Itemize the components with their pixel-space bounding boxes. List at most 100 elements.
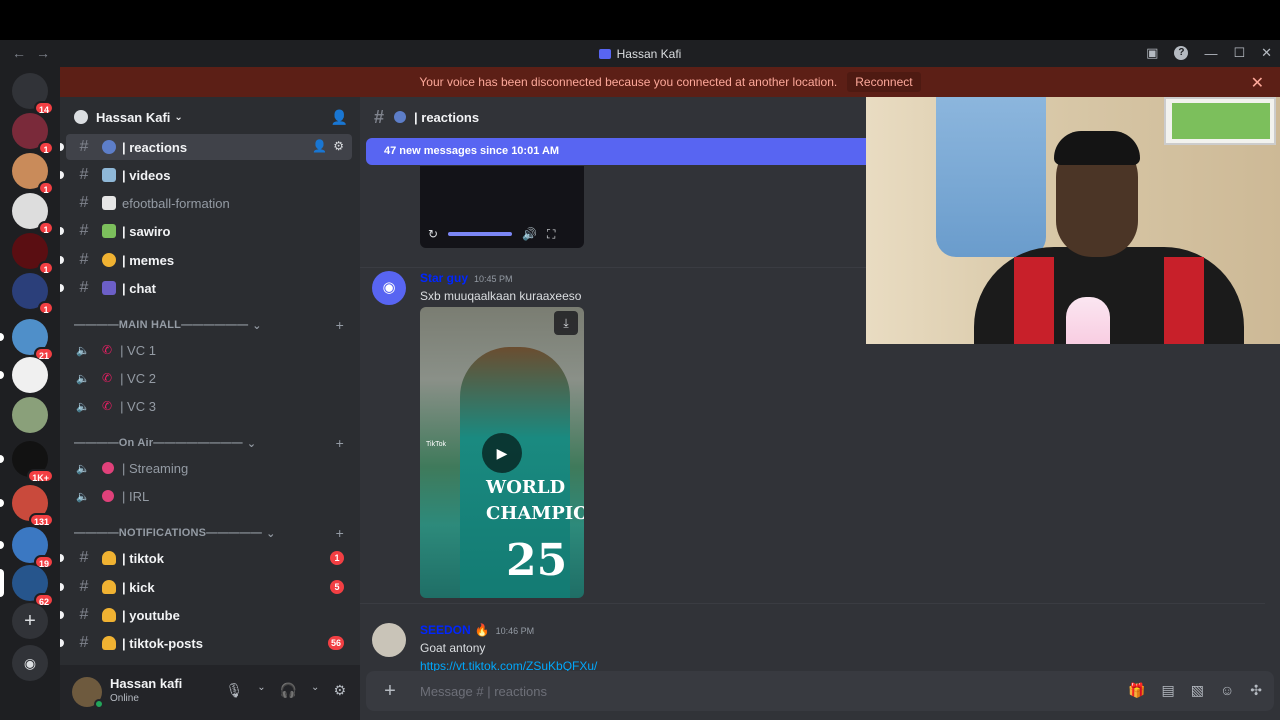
video-controls: ↻ 🔊 ⛶ [420,220,584,248]
server-header[interactable]: Hassan Kafi ⌄ 👤 [60,97,360,137]
server-icon[interactable]: 1 [12,273,54,315]
discover-button[interactable]: ◉ [12,645,48,681]
voice-channel-vc3[interactable]: 🔈 ✆ | VC 3 [66,393,352,419]
chevron-down-icon: ⌄ [174,111,183,123]
maximize-button[interactable]: ☐ [1233,45,1245,61]
bell-icon [102,551,116,565]
server-icon[interactable]: 1 [12,233,54,275]
volume-icon[interactable]: 🔊 [522,227,537,241]
banner-close-icon[interactable]: ✕ [1251,73,1264,93]
gear-icon[interactable]: ⚙ [333,139,344,153]
server-icon[interactable]: 21 [0,319,54,361]
voice-channel-irl[interactable]: 🔈 | IRL [66,483,352,509]
invite-people-icon[interactable]: 👤 [331,109,348,126]
gif-icon[interactable]: ▤ [1162,682,1175,699]
chevron-down-icon: ⌄ [266,527,276,540]
globe-icon [102,140,116,154]
headphones-icon[interactable]: 🎧 [280,682,297,699]
tiktok-watermark: TikTok [426,441,446,448]
live-dot-icon [102,490,114,502]
channel-title: | reactions [414,109,480,125]
gear-icon[interactable]: ⚙ [333,682,346,699]
smiley-icon [102,253,116,267]
create-channel-icon[interactable]: + [336,525,344,541]
avatar[interactable] [372,623,406,657]
phone-icon: ✆ [102,399,113,413]
category-notifications[interactable]: ————NOTIFICATIONS————— ⌄ + [74,525,352,541]
create-channel-icon[interactable]: + [336,435,344,451]
microphone-icon[interactable]: 🎙 [225,682,243,699]
fullscreen-icon[interactable]: ⛶ [547,227,555,242]
server-icon[interactable]: 1 [12,113,54,155]
server-icon [598,49,611,59]
hash-icon: # [79,634,89,651]
video-attachment[interactable]: TikTok WORLDCHAMPION 25 ▶ ⤓ [420,307,584,598]
window-controls: ▣ ? — ☐ ✕ [1146,45,1272,61]
user-controls: 🎙 ⌄ 🎧 ⌄ ⚙ [225,682,346,699]
channel-header: # | reactions [360,97,865,137]
emoji-icon[interactable]: ☺ [1220,682,1234,699]
voice-channel-vc2[interactable]: 🔈 ✆ | VC 2 [66,365,352,391]
voice-channel-streaming[interactable]: 🔈 | Streaming [66,455,352,481]
category-on-air[interactable]: ————On Air———————— ⌄ + [74,435,352,451]
message-input[interactable]: Message # | reactions [420,684,547,699]
create-channel-icon[interactable]: + [336,317,344,333]
message-author[interactable]: SEEDON 🔥 10:46 PM [420,623,534,637]
hash-icon: # [79,549,89,566]
gift-icon[interactable]: 🎁 [1128,682,1145,699]
replay-icon[interactable]: ↻ [428,227,438,241]
title-bar: ← → Hassan Kafi ▣ ? — ☐ ✕ [0,40,1280,67]
category-main-hall[interactable]: ————MAIN HALL—————— ⌄ + [74,317,352,333]
inbox-icon[interactable]: ▣ [1146,45,1158,61]
server-icon[interactable]: 1 [12,193,54,235]
channel-tiktok[interactable]: # | tiktok 1 [60,545,352,571]
help-icon[interactable]: ? [1174,46,1189,60]
channel-kick[interactable]: # | kick 5 [60,574,352,600]
server-name: Hassan Kafi [96,109,171,125]
bell-icon [102,608,116,622]
new-messages-bar[interactable]: 47 new messages since 10:01 AM [366,138,866,165]
message-author[interactable]: Star guy 10:45 PM [420,271,513,285]
upload-plus-icon[interactable]: + [370,680,410,703]
banner-message: Your voice has been disconnected because… [419,75,838,89]
channel-chat[interactable]: # | chat [60,275,352,301]
download-icon[interactable]: ⤓ [554,311,578,335]
channel-youtube[interactable]: # | youtube [60,602,352,628]
channel-reactions[interactable]: # | reactions 👤 ⚙ [60,134,352,160]
avatar[interactable] [72,677,104,709]
server-icon[interactable]: 62 [0,565,54,607]
chevron-down-icon[interactable]: ⌄ [257,682,265,699]
minimize-button[interactable]: — [1204,46,1217,61]
channel-videos[interactable]: # | videos [60,162,352,188]
video-player[interactable]: ↻ 🔊 ⛶ [420,166,584,248]
home-button[interactable]: 14 [12,73,54,115]
channel-sidebar: Hassan Kafi ⌄ 👤 # | reactions 👤 ⚙ # | vi… [60,97,360,665]
server-icon[interactable] [12,397,48,433]
bell-icon [102,580,116,594]
server-icon[interactable]: 19 [0,527,54,569]
speaker-icon: 🔈 [76,344,90,357]
server-icon[interactable]: 131 [0,485,54,527]
channel-memes[interactable]: # | memes [60,247,352,273]
channel-efootball-formation[interactable]: # efootball-formation [66,190,352,216]
reconnect-button[interactable]: Reconnect [847,72,921,92]
voice-channel-vc1[interactable]: 🔈 ✆ | VC 1 [66,337,352,363]
sticker-icon[interactable]: ▧ [1191,682,1204,699]
close-window-button[interactable]: ✕ [1261,45,1272,61]
avatar[interactable]: ◉ [372,271,406,305]
add-server-button[interactable]: + [12,603,48,639]
play-icon[interactable]: ▶ [482,433,522,473]
create-invite-icon[interactable]: 👤 [312,139,327,153]
channel-tiktok-posts[interactable]: # | tiktok-posts 56 [60,630,352,656]
server-icon[interactable]: 1 [12,153,54,195]
screen-top-black [0,0,1280,40]
channel-sawiro[interactable]: # | sawiro [60,218,352,244]
picture-icon [102,224,116,238]
server-icon[interactable]: 1K+ [0,441,54,483]
message-composer[interactable]: + Message # | reactions 🎁 ▤ ▧ ☺ ✣ [366,671,1274,711]
chevron-down-icon[interactable]: ⌄ [311,682,319,699]
server-icon[interactable] [0,357,48,393]
apps-icon[interactable]: ✣ [1250,682,1262,699]
live-dot-icon [102,462,114,474]
progress-bar[interactable] [448,232,513,236]
